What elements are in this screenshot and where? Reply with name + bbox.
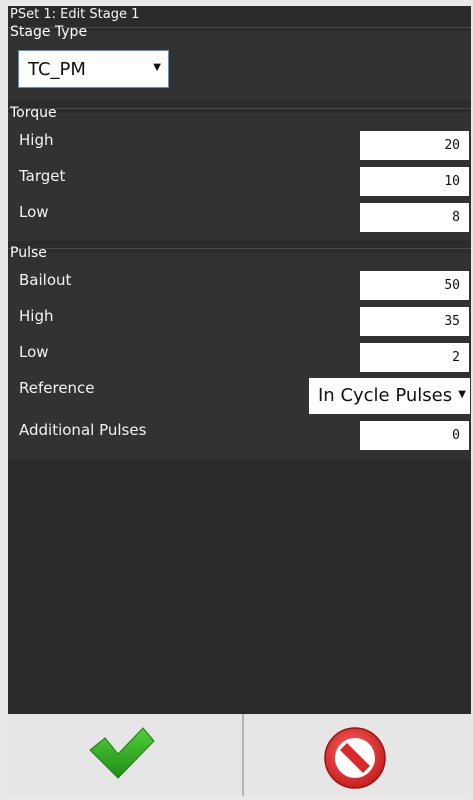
window-frame-left (0, 0, 8, 796)
additional-pulses-input[interactable] (360, 421, 469, 450)
stage-type-label: Stage Type (10, 24, 88, 40)
torque-high-input[interactable] (360, 131, 469, 160)
pulse-bailout-input[interactable] (360, 271, 469, 300)
torque-low-label: Low (19, 203, 49, 221)
torque-target-input[interactable] (360, 167, 469, 196)
chevron-down-icon: ▼ (455, 389, 466, 400)
checkmark-icon (89, 727, 155, 779)
torque-low-input[interactable] (360, 203, 469, 232)
action-button-bar (8, 714, 471, 796)
reference-select-value: In Cycle Pulses (318, 385, 453, 406)
edit-stage-panel: PSet 1: Edit Stage 1 Stage Type TC_PM ▼ … (8, 6, 471, 714)
confirm-button[interactable] (8, 714, 242, 796)
pulse-low-input[interactable] (360, 343, 469, 372)
chevron-down-icon: ▼ (153, 62, 161, 73)
cancel-button[interactable] (244, 714, 471, 796)
pulse-label: Pulse (10, 245, 47, 261)
torque-rule (8, 108, 471, 109)
stage-type-select[interactable]: TC_PM ▼ (18, 50, 169, 88)
window-title: PSet 1: Edit Stage 1 (10, 7, 140, 22)
pulse-rule (8, 248, 471, 249)
torque-target-label: Target (19, 167, 66, 185)
reference-label: Reference (19, 379, 95, 397)
pulse-bailout-label: Bailout (19, 271, 72, 289)
torque-high-label: High (19, 131, 54, 149)
stage-type-select-value: TC_PM (28, 59, 86, 80)
pulse-high-label: High (19, 307, 54, 325)
no-entry-icon (324, 727, 386, 789)
pulse-high-input[interactable] (360, 307, 469, 336)
pulse-low-label: Low (19, 343, 49, 361)
torque-label: Torque (10, 105, 57, 121)
reference-select[interactable]: In Cycle Pulses ▼ (309, 378, 470, 414)
additional-pulses-label: Additional Pulses (19, 421, 147, 439)
